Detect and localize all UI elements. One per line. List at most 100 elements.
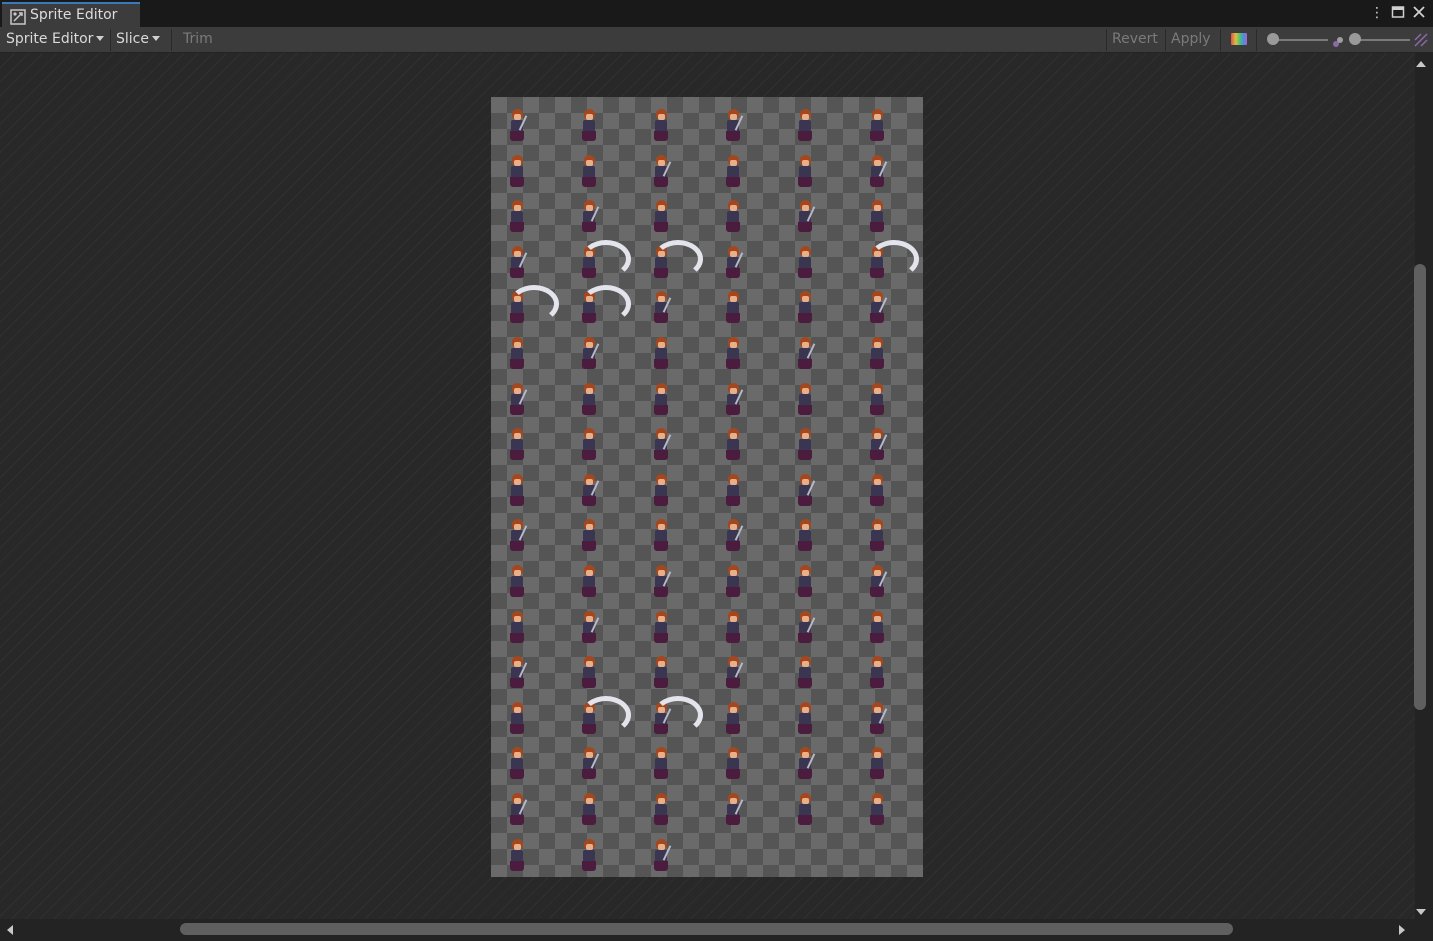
sprite-viewport[interactable] [0, 53, 1415, 919]
sprite-frame [505, 563, 529, 601]
sprite-frame [865, 426, 889, 464]
sprite-frame [793, 745, 817, 783]
sprite-frame [865, 700, 889, 738]
slash-effect [869, 239, 919, 278]
sprite-frame [793, 107, 817, 145]
sprite-frame [505, 654, 529, 692]
sprite-frame [505, 198, 529, 236]
revert-button[interactable]: Revert [1112, 31, 1158, 47]
sprite-frame [505, 244, 529, 282]
toolbar-divider [110, 29, 111, 51]
sprite-frame [865, 654, 889, 692]
sprite-frame [865, 289, 889, 327]
sprite-frame [505, 745, 529, 783]
sprite-frame [793, 381, 817, 419]
sprite-frame [505, 381, 529, 419]
trim-button[interactable]: Trim [183, 31, 213, 47]
sprite-frame [577, 654, 601, 692]
color-channel-toggle-icon[interactable] [1231, 33, 1247, 45]
sprite-editor-toolbar: Sprite Editor Slice Trim Revert Apply [0, 27, 1433, 53]
toolbar-divider [171, 29, 172, 51]
slash-effect [653, 695, 703, 734]
sprite-frame [721, 472, 745, 510]
close-icon[interactable] [1411, 5, 1427, 21]
zoom-slider-knob[interactable] [1267, 33, 1279, 45]
sprite-frame [721, 244, 745, 282]
sprite-frame [649, 426, 673, 464]
sprite-frame [793, 791, 817, 829]
sprite-frame [577, 198, 601, 236]
more-options-icon[interactable]: ⋮ [1369, 5, 1385, 21]
sprite-frame [505, 335, 529, 373]
sprite-frame [505, 700, 529, 738]
sprite-frame [793, 517, 817, 555]
mip-slider-knob[interactable] [1349, 33, 1361, 45]
sprite-frame [649, 837, 673, 875]
sprite-frame [577, 472, 601, 510]
sprite-frame [865, 335, 889, 373]
sprite-frame [721, 745, 745, 783]
scroll-up-arrow-icon[interactable] [1416, 61, 1426, 67]
sprite-frame [649, 517, 673, 555]
toolbar-divider [1220, 29, 1221, 51]
sprite-frame [721, 335, 745, 373]
scroll-left-arrow-icon[interactable] [7, 925, 13, 935]
sprite-frame [505, 517, 529, 555]
sprite-frame [865, 517, 889, 555]
sprite-frame [649, 745, 673, 783]
slash-effect [581, 695, 631, 734]
sprite-frame [865, 609, 889, 647]
sprite-frame [577, 517, 601, 555]
maximize-icon[interactable] [1390, 5, 1406, 21]
slash-effect [509, 285, 559, 324]
sprite-frame [505, 107, 529, 145]
sprite-frame [577, 107, 601, 145]
sprite-frame [793, 563, 817, 601]
sprite-frame [793, 700, 817, 738]
sprite-frame [649, 609, 673, 647]
sprite-frame [793, 654, 817, 692]
sprite-frame [793, 289, 817, 327]
apply-button[interactable]: Apply [1171, 31, 1211, 47]
sprite-frame [865, 381, 889, 419]
sprite-frame [505, 426, 529, 464]
sprite-sheet-texture[interactable] [491, 97, 923, 877]
slice-dropdown[interactable]: Slice [116, 31, 160, 47]
sprite-frame [649, 472, 673, 510]
sprite-frame [649, 335, 673, 373]
slash-effect [581, 285, 631, 324]
sprite-frame [649, 791, 673, 829]
sprite-frame [865, 107, 889, 145]
sprite-frame [865, 791, 889, 829]
sprite-frame [505, 837, 529, 875]
sprite-frame [577, 837, 601, 875]
sprite-frame [721, 198, 745, 236]
scroll-down-arrow-icon[interactable] [1416, 909, 1426, 915]
sprite-frame [865, 472, 889, 510]
sprite-frame [577, 745, 601, 783]
sprite-frame [793, 198, 817, 236]
sprite-frame [721, 517, 745, 555]
sprite-frame [793, 609, 817, 647]
mode-dropdown[interactable]: Sprite Editor [6, 31, 105, 47]
sprite-frame [577, 426, 601, 464]
sprite-frame [577, 381, 601, 419]
sprite-frame [649, 289, 673, 327]
sprite-frame [721, 381, 745, 419]
horizontal-scroll-thumb[interactable] [180, 923, 1233, 935]
scroll-right-arrow-icon[interactable] [1399, 925, 1405, 935]
sprite-frame [865, 198, 889, 236]
sprite-frame [505, 153, 529, 191]
sprite-editor-icon [10, 9, 26, 25]
sprite-frame [721, 654, 745, 692]
chevron-down-icon [151, 36, 160, 41]
sprite-frame [649, 153, 673, 191]
sprite-frame [865, 153, 889, 191]
sprite-frame [577, 153, 601, 191]
sprite-frame [793, 426, 817, 464]
sprite-frame [649, 381, 673, 419]
vertical-scroll-thumb[interactable] [1414, 264, 1426, 710]
sprite-frame [865, 563, 889, 601]
sprite-frame [577, 335, 601, 373]
tab-sprite-editor[interactable]: Sprite Editor [2, 2, 140, 27]
